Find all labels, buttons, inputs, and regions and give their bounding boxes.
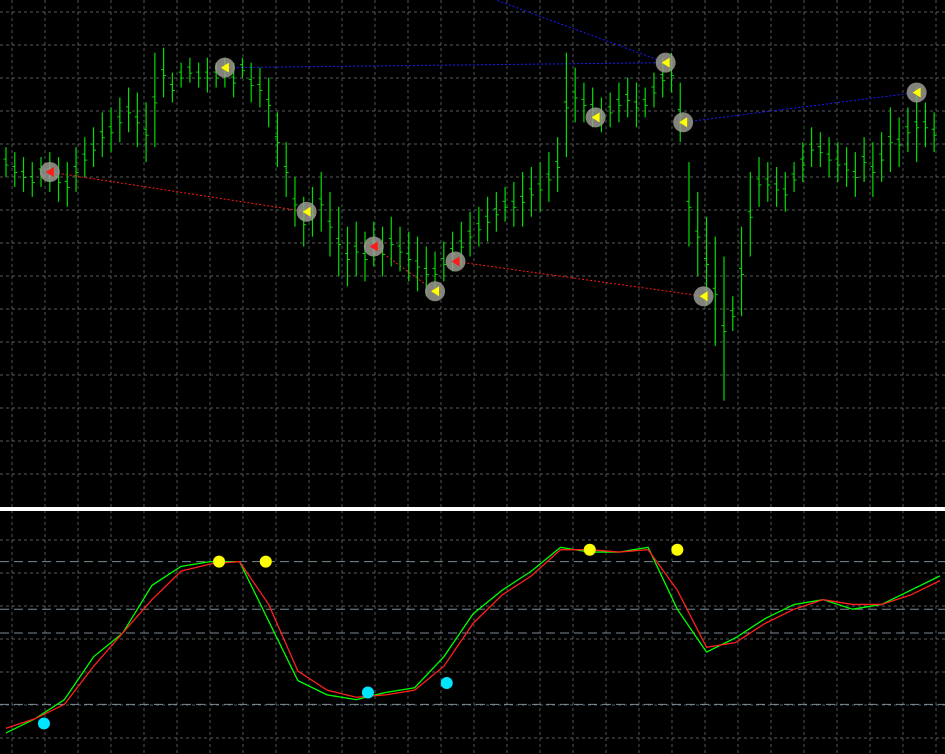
upper-trend-line [683,91,917,123]
oscillator-panel [0,543,945,734]
buy-signal-marker [39,162,60,183]
sell-signal-marker [214,57,235,78]
oversold-dot [440,676,453,689]
buy-signal-marker [363,236,384,257]
price-bars [3,47,937,401]
sell-signal-marker [693,286,714,307]
panel-separator [0,507,945,511]
overbought-dot [671,543,684,556]
buy-signal-marker [445,251,466,272]
chart-canvas [0,0,945,754]
trading-chart [0,0,945,754]
oscillator-dots [37,543,684,730]
sell-signal-marker [425,281,446,302]
overbought-dot [213,555,226,568]
oscillator-levels [0,561,945,705]
grid [0,0,945,754]
overbought-dot [583,543,596,556]
oversold-dot [37,717,50,730]
lower-trend-line [49,171,307,213]
sell-signal-marker [296,201,317,222]
overbought-dot [259,555,272,568]
sell-signal-marker [585,107,606,128]
sell-signal-marker [673,112,694,133]
lower-trend-line [455,260,704,297]
price-panel [3,0,937,401]
sell-signal-marker [906,82,927,103]
upper-trend-line [224,62,666,69]
sell-signal-marker [655,52,676,73]
oversold-dot [361,686,374,699]
